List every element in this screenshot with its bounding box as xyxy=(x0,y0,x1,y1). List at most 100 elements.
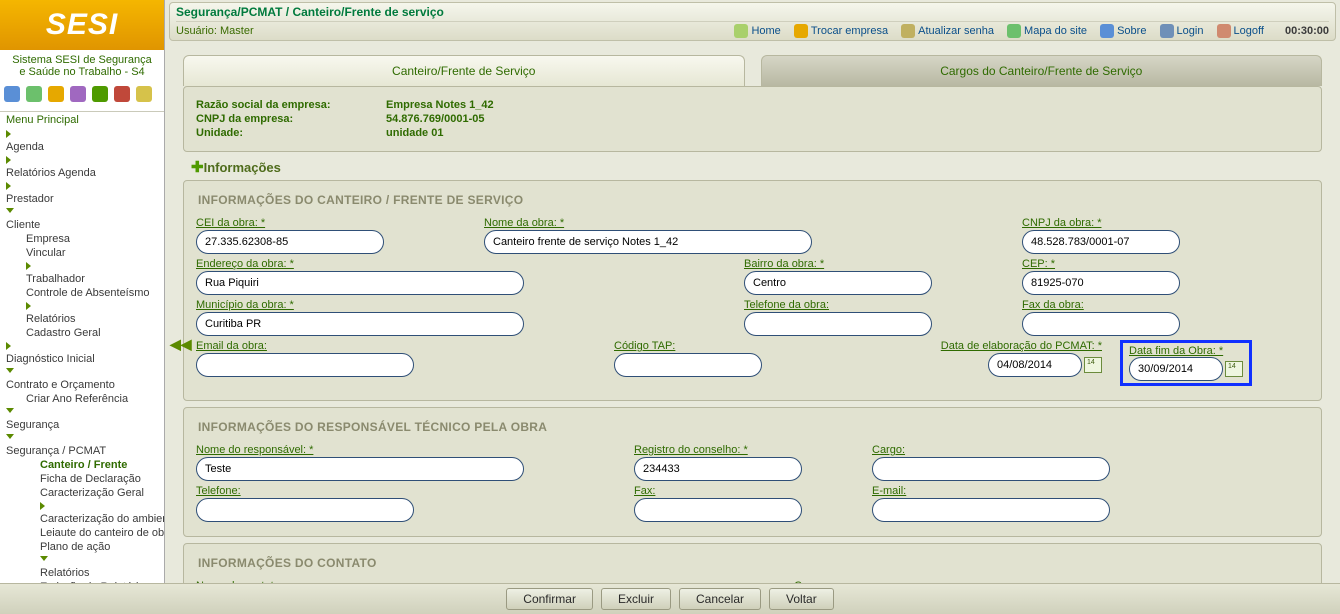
fieldset-canteiro: INFORMAÇÕES DO CANTEIRO / FRENTE DE SERV… xyxy=(183,180,1322,401)
logoff-link[interactable]: Logoff xyxy=(1217,25,1264,37)
trocar-empresa-link[interactable]: Trocar empresa xyxy=(794,25,888,37)
sidebar-item[interactable]: Cliente xyxy=(0,206,164,232)
sidebar-item[interactable]: Diagnóstico Inicial xyxy=(0,340,164,366)
plus-icon[interactable]: ✚ xyxy=(191,159,204,176)
sidebar-item[interactable]: Cadastro Geral xyxy=(0,326,164,340)
tb-icon-3[interactable] xyxy=(48,86,64,102)
fax-obra-input[interactable] xyxy=(1022,312,1180,336)
company-info-panel: Razão social da empresa:Empresa Notes 1_… xyxy=(183,86,1322,152)
resp-tel-input[interactable] xyxy=(196,498,414,522)
calendar-icon[interactable] xyxy=(1084,357,1102,373)
tb-icon-1[interactable] xyxy=(4,86,20,102)
sobre-link[interactable]: Sobre xyxy=(1100,25,1146,37)
login-link[interactable]: Login xyxy=(1160,25,1204,37)
sidebar-item[interactable]: Controle de Absenteísmo xyxy=(0,286,164,300)
razao-label: Razão social da empresa: xyxy=(196,99,366,111)
fax-obra-label: Fax da obra: xyxy=(1022,299,1180,311)
sidebar-item[interactable]: Contrato e Orçamento xyxy=(0,366,164,392)
collapse-sidebar-icon[interactable]: ◀◀ xyxy=(170,336,192,353)
sidebar-item[interactable]: Empresa xyxy=(0,232,164,246)
tap-label: Código TAP: xyxy=(614,340,814,352)
sidebar-item[interactable]: Trabalhador xyxy=(0,260,164,286)
sidebar-item[interactable]: Agenda xyxy=(0,128,164,154)
excluir-button[interactable]: Excluir xyxy=(601,588,671,610)
sidebar-toolbar xyxy=(0,82,164,112)
resp-registro-label: Registro do conselho: * xyxy=(634,444,854,456)
cep-label: CEP: * xyxy=(1022,258,1180,270)
voltar-button[interactable]: Voltar xyxy=(769,588,834,610)
sidebar-item[interactable]: Relatórios xyxy=(0,554,164,580)
calendar-icon[interactable] xyxy=(1225,361,1243,377)
user-label: Usuário: Master xyxy=(176,25,254,37)
tap-input[interactable] xyxy=(614,353,762,377)
map-icon xyxy=(1007,24,1021,38)
data-pcmat-input[interactable] xyxy=(988,353,1082,377)
municipio-input[interactable] xyxy=(196,312,524,336)
bairro-label: Bairro da obra: * xyxy=(744,258,1004,270)
tb-icon-6[interactable] xyxy=(114,86,130,102)
tab-canteiro[interactable]: Canteiro/Frente de Serviço xyxy=(183,55,745,86)
footer-actions: Confirmar Excluir Cancelar Voltar xyxy=(0,583,1340,614)
nome-obra-label: Nome da obra: * xyxy=(484,217,1004,229)
topbar: Segurança/PCMAT / Canteiro/Frente de ser… xyxy=(169,2,1336,41)
sidebar-item[interactable]: Vincular xyxy=(0,246,164,260)
atualizar-senha-link[interactable]: Atualizar senha xyxy=(901,25,994,37)
home-link[interactable]: Home xyxy=(734,25,780,37)
swap-icon xyxy=(794,24,808,38)
section-informacoes: ✚Informações xyxy=(191,158,1322,176)
mapa-site-link[interactable]: Mapa do site xyxy=(1007,25,1087,37)
fieldset2-title: INFORMAÇÕES DO RESPONSÁVEL TÉCNICO PELA … xyxy=(198,420,1309,434)
sidebar-item[interactable]: Canteiro / Frente xyxy=(0,458,164,472)
resp-email-label: E-mail: xyxy=(872,485,1110,497)
resp-nome-input[interactable] xyxy=(196,457,524,481)
logo: SESI xyxy=(0,0,164,50)
resp-registro-input[interactable] xyxy=(634,457,802,481)
municipio-label: Município da obra: * xyxy=(196,299,726,311)
confirmar-button[interactable]: Confirmar xyxy=(506,588,593,610)
sidebar-item[interactable]: Relatórios xyxy=(0,300,164,326)
sidebar-item[interactable]: Segurança / PCMAT xyxy=(0,432,164,458)
sidebar-item[interactable]: Segurança xyxy=(0,406,164,432)
sidebar-item[interactable]: Caracterização do ambiente xyxy=(0,500,164,526)
email-obra-label: Email da obra: xyxy=(196,340,596,352)
nome-obra-input[interactable] xyxy=(484,230,812,254)
bairro-input[interactable] xyxy=(744,271,932,295)
content: Canteiro/Frente de Serviço Cargos do Can… xyxy=(165,41,1340,600)
menu-principal-label: Menu Principal xyxy=(0,112,164,128)
sidebar-item[interactable]: Relatórios Agenda xyxy=(0,154,164,180)
sidebar-menu: AgendaRelatórios AgendaPrestadorClienteE… xyxy=(0,128,164,600)
endereco-input[interactable] xyxy=(196,271,524,295)
sidebar-item[interactable]: Ficha de Declaração xyxy=(0,472,164,486)
sidebar-item[interactable]: Caracterização Geral xyxy=(0,486,164,500)
endereco-label: Endereço da obra: * xyxy=(196,258,726,270)
tb-icon-7[interactable] xyxy=(136,86,152,102)
sidebar-item[interactable]: Leiaute do canteiro de obras xyxy=(0,526,164,540)
resp-fax-input[interactable] xyxy=(634,498,802,522)
tab-cargos[interactable]: Cargos do Canteiro/Frente de Serviço xyxy=(761,55,1323,86)
login-icon xyxy=(1160,24,1174,38)
fieldset-responsavel: INFORMAÇÕES DO RESPONSÁVEL TÉCNICO PELA … xyxy=(183,407,1322,537)
highlight-data-fim: Data fim da Obra: * xyxy=(1120,340,1252,386)
cei-label: CEI da obra: * xyxy=(196,217,466,229)
telefone-obra-label: Telefone da obra: xyxy=(744,299,1004,311)
sidebar-item[interactable]: Plano de ação xyxy=(0,540,164,554)
telefone-obra-input[interactable] xyxy=(744,312,932,336)
resp-email-input[interactable] xyxy=(872,498,1110,522)
tb-icon-2[interactable] xyxy=(26,86,42,102)
email-obra-input[interactable] xyxy=(196,353,414,377)
cancelar-button[interactable]: Cancelar xyxy=(679,588,761,610)
data-fim-input[interactable] xyxy=(1129,357,1223,381)
tb-icon-4[interactable] xyxy=(70,86,86,102)
cei-input[interactable] xyxy=(196,230,384,254)
tb-icon-5[interactable] xyxy=(92,86,108,102)
sidebar-item[interactable]: Criar Ano Referência xyxy=(0,392,164,406)
cnpj-emp-value: 54.876.769/0001-05 xyxy=(386,113,484,125)
home-icon xyxy=(734,24,748,38)
cep-input[interactable] xyxy=(1022,271,1180,295)
unidade-value: unidade 01 xyxy=(386,127,443,139)
cnpj-obra-label: CNPJ da obra: * xyxy=(1022,217,1180,229)
resp-cargo-input[interactable] xyxy=(872,457,1110,481)
cnpj-obra-input[interactable] xyxy=(1022,230,1180,254)
sidebar-item[interactable]: Prestador xyxy=(0,180,164,206)
unidade-label: Unidade: xyxy=(196,127,366,139)
